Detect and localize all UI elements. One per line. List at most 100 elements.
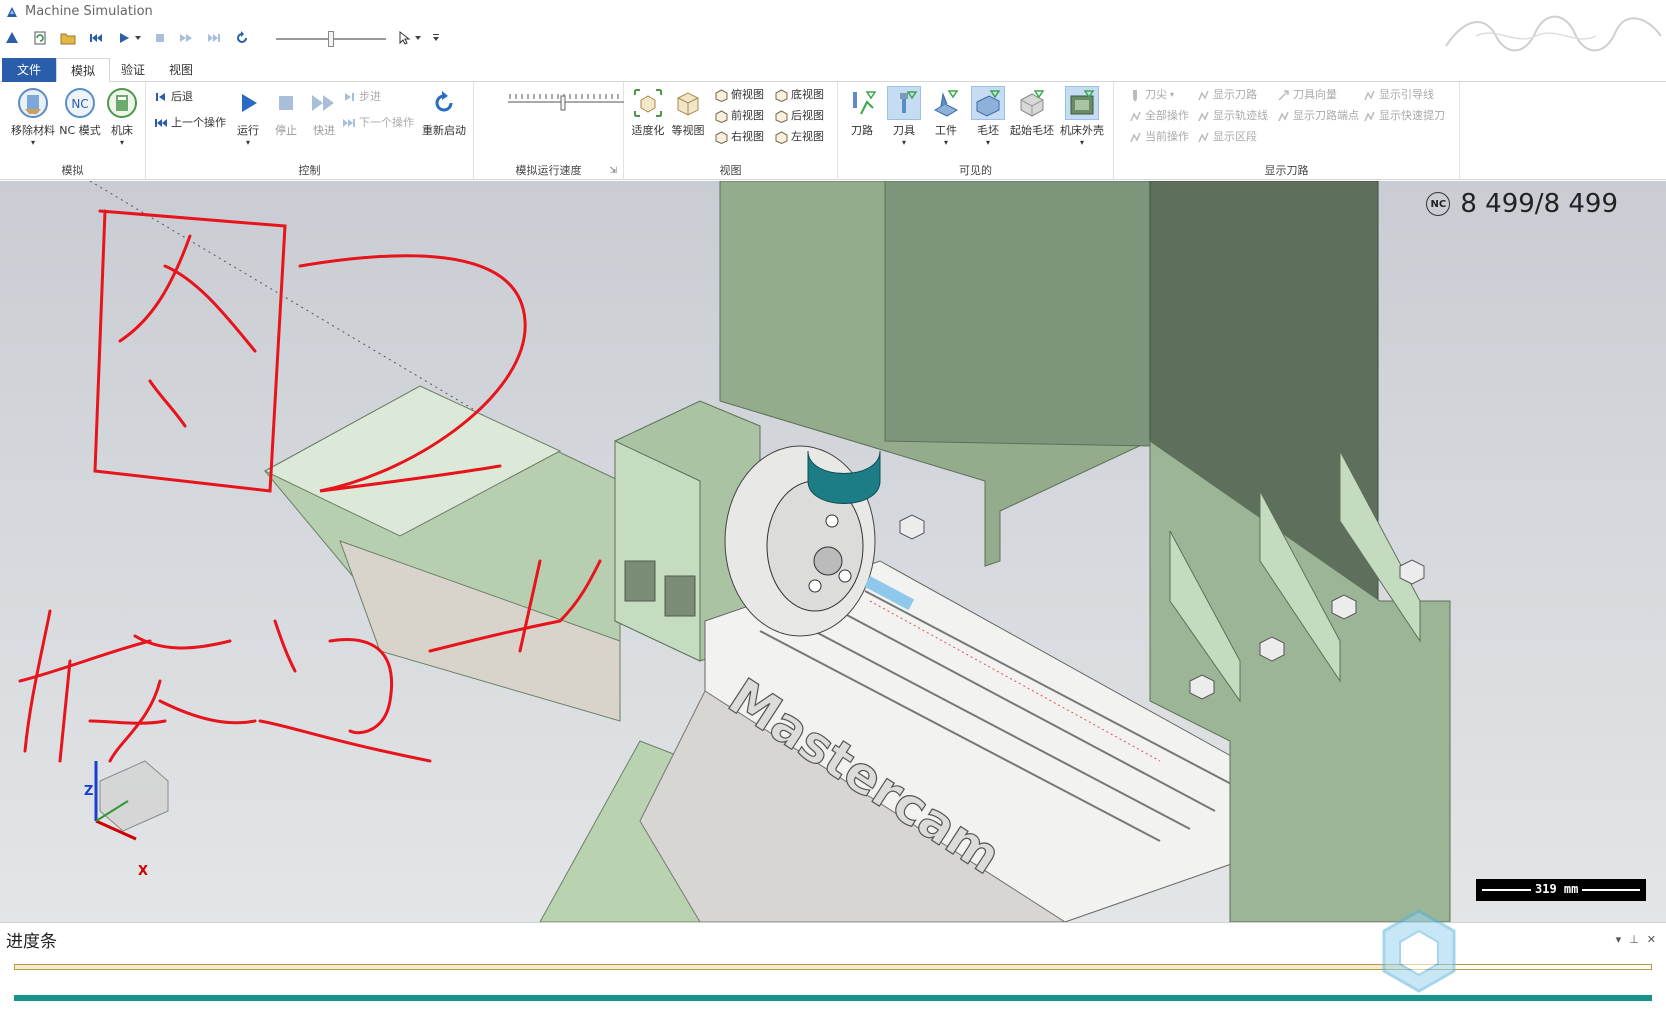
ribbon: 移除材料 ▾ NC NC 模式 机床 ▾ 模拟 后退 上一个操作 运行 ▾ 停止… [0,82,1666,180]
window-title: Machine Simulation [25,4,153,19]
remove-material-button[interactable]: 移除材料 ▾ [8,86,58,147]
fast-forward-icon [307,86,341,120]
pane-dropdown-icon[interactable]: ▾ [1616,933,1622,946]
next-operation-button[interactable]: 下一个操作 [342,114,414,132]
tool-toggle[interactable]: 刀具 ▾ [884,86,924,147]
machine-icon [105,86,139,120]
customize-toolbar-icon[interactable] [430,28,442,48]
initial-stock-icon [1015,86,1049,120]
stock-toggle[interactable]: 毛坯 ▾ [968,86,1008,147]
pin-icon[interactable]: ⊥ [1629,933,1639,946]
group-visible: 刀路 刀具 ▾ 工件 ▾ 毛坯 ▾ 起始毛坯 机床外壳 ▾ 可见的 [838,82,1114,180]
machine-button[interactable]: 机床 ▾ [100,86,144,147]
show-toolpath-toggle[interactable]: 显示刀路 [1196,86,1257,104]
front-view-button[interactable]: 前视图 [714,107,764,125]
cube-icon [714,109,728,123]
axis-x-label: X [138,864,149,879]
go-to-end-icon[interactable] [204,28,224,48]
iso-view-button[interactable]: 等视图 [668,86,708,138]
refresh-doc-icon[interactable] [30,28,50,48]
right-view-button[interactable]: 右视图 [714,128,764,146]
step-forward-icon [342,90,356,104]
speed-slider[interactable] [506,90,626,114]
workpiece-toggle[interactable]: 工件 ▾ [926,86,966,147]
workpiece-icon [929,86,963,120]
restart-icon[interactable] [232,28,252,48]
iso-cube-icon [671,86,705,120]
tab-verify[interactable]: 验证 [112,58,154,82]
step-button[interactable]: 步进 [342,88,381,106]
machine-scene: Mastercam [18,181,1451,922]
tab-simulate[interactable]: 模拟 [56,58,110,82]
chevron-down-icon[interactable] [132,28,144,48]
nc-counter-value: 8 499/8 499 [1460,189,1618,219]
app-menu-icon[interactable] [2,28,22,48]
show-lead-toggle[interactable]: 显示引导线 [1362,86,1434,104]
tab-view[interactable]: 视图 [160,58,202,82]
group-label-simulate: 模拟 [61,164,84,177]
stop-button[interactable]: 停止 [266,86,306,138]
tool-tip-dropdown[interactable]: 刀尖 ▾ [1128,86,1174,104]
current-operation-button[interactable]: 当前操作 [1128,128,1189,146]
back-view-button[interactable]: 后视图 [774,107,824,125]
cube-icon [714,88,728,102]
dialog-launcher-icon[interactable]: ⇲ [609,166,617,176]
group-label-speed: 模拟运行速度 [515,164,582,177]
top-view-button[interactable]: 俯视图 [714,86,764,104]
app-icon [7,7,17,17]
nc-badge-icon: NC [1426,192,1451,216]
machine-housing-toggle[interactable]: 机床外壳 ▾ [1056,86,1108,147]
close-icon[interactable]: ✕ [1647,933,1656,946]
toolpath-trace-icon [1362,88,1376,102]
open-folder-icon[interactable] [58,28,78,48]
restart-button[interactable]: 重新启动 [416,86,472,138]
go-to-start-icon[interactable] [86,28,106,48]
nc-mode-button[interactable]: NC NC 模式 [58,86,102,138]
watermark-logo [1382,909,1456,993]
remove-material-icon [16,86,50,120]
back-button[interactable]: 后退 [154,88,193,106]
decorative-ornament [1445,15,1662,52]
prev-operation-button[interactable]: 上一个操作 [154,114,226,132]
chevron-down-icon[interactable] [412,28,424,48]
status-footer-bar [14,995,1652,1001]
cube-icon [714,130,728,144]
stop-icon [269,86,303,120]
fast-forward-icon[interactable] [176,28,196,48]
group-control: 后退 上一个操作 运行 ▾ 停止 快进 步进 下一个操作 重新启动 控制 [146,82,474,180]
group-label-visible: 可见的 [959,164,992,177]
scale-label: 319 mm [1531,882,1583,896]
initial-stock-toggle[interactable]: 起始毛坯 [1008,86,1056,138]
show-points-toggle[interactable]: 显示刀路端点 [1276,107,1359,125]
tab-file[interactable]: 文件 [2,58,56,82]
nc-line-counter: NC 8 499/8 499 [1426,189,1618,219]
cube-icon [774,130,788,144]
bottom-view-button[interactable]: 底视图 [774,86,824,104]
simulation-viewport[interactable]: Mastercam NC 8 499/8 499 Z X 319 mm [0,181,1666,922]
stop-icon[interactable] [150,28,170,48]
quick-access-toolbar [0,26,500,52]
play-icon[interactable] [114,28,134,48]
title-bar: Machine Simulation [0,0,1666,52]
fit-view-button[interactable]: 适度化 [628,86,668,138]
tool-vector-toggle[interactable]: 刀具向量 [1276,86,1337,104]
left-view-button[interactable]: 左视图 [774,128,824,146]
toolpath-trace-icon [1196,109,1210,123]
show-rapid-toggle[interactable]: 显示快速提刀 [1362,107,1445,125]
ribbon-tabs: 文件 模拟 验证 视图 [0,58,1666,82]
all-operations-button[interactable]: 全部操作 [1128,107,1189,125]
show-region-toggle[interactable]: 显示区段 [1196,128,1257,146]
axis-triad [94,760,169,841]
stock-icon [971,86,1005,120]
run-button[interactable]: 运行 ▾ [228,86,268,147]
progress-pane-title: 进度条 [6,932,57,952]
fast-forward-button[interactable]: 快进 [304,86,344,138]
cursor-icon[interactable] [394,28,414,48]
group-view: 适度化 等视图 俯视图 前视图 右视图 底视图 后视图 左视图 视图 [624,82,838,180]
speed-slider-thumb[interactable] [328,31,334,47]
axis-z-label: Z [84,784,94,799]
show-trace-toggle[interactable]: 显示轨迹线 [1196,107,1268,125]
prev-operation-icon [154,116,168,130]
toolpath-toggle[interactable]: 刀路 [842,86,882,138]
toolpath-trace-icon [1128,109,1142,123]
